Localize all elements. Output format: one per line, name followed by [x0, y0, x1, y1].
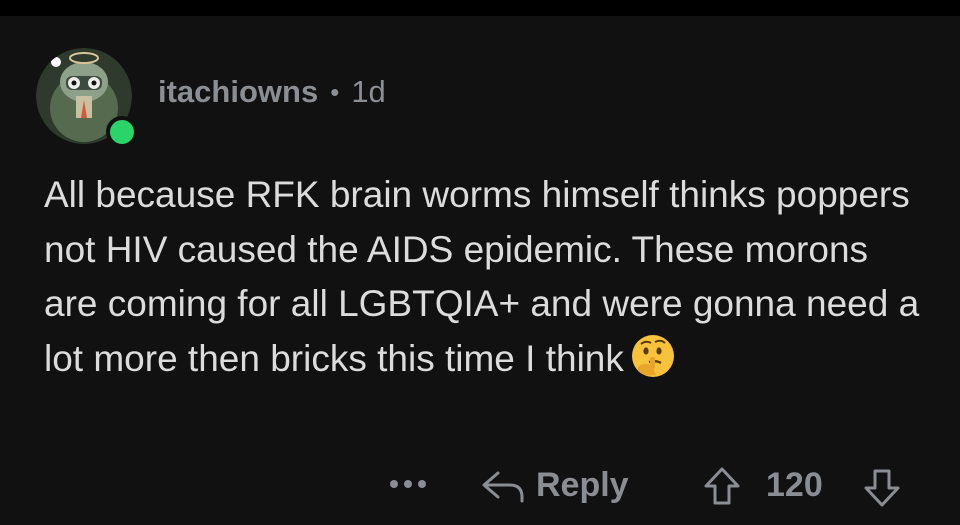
- comment-meta: itachiowns • 1d: [158, 74, 386, 110]
- comment-age: 1d: [351, 74, 386, 109]
- comment-text: All because RFK brain worms himself thin…: [44, 174, 920, 379]
- upvote-arrow-icon[interactable]: [702, 466, 742, 506]
- vote-score: 120: [766, 466, 823, 504]
- comment-card: itachiowns • 1d All because RFK brain wo…: [0, 16, 960, 525]
- comment-header: itachiowns • 1d: [36, 38, 386, 148]
- reply-button[interactable]: Reply: [480, 462, 629, 508]
- meta-separator: •: [330, 76, 340, 107]
- comment-actions: Reply 120: [0, 456, 960, 516]
- online-status-dot: [106, 116, 138, 148]
- top-bar: [0, 0, 960, 16]
- username-link[interactable]: itachiowns: [158, 74, 318, 110]
- reply-label: Reply: [536, 465, 629, 504]
- downvote-arrow-icon[interactable]: [862, 468, 902, 508]
- avatar[interactable]: [36, 38, 138, 148]
- thinking-face-icon: [630, 333, 676, 395]
- reply-arrow-icon: [482, 471, 524, 503]
- more-options-icon[interactable]: [386, 462, 430, 502]
- comment-body: All because RFK brain worms himself thin…: [44, 168, 924, 394]
